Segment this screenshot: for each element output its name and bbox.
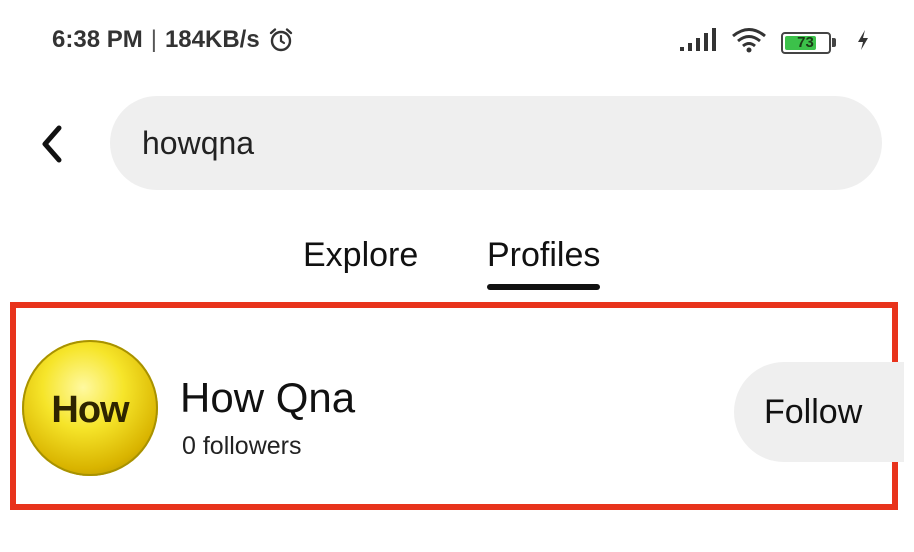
profile-followers: 0 followers: [182, 432, 302, 460]
battery-cap: [832, 38, 836, 47]
status-right: 73: [679, 26, 870, 59]
network-speed: 184KB/s: [164, 26, 260, 53]
status-separator: |: [150, 26, 157, 53]
battery-level: 73: [797, 34, 814, 51]
tab-profiles[interactable]: Profiles: [487, 236, 601, 290]
tab-explore-label: Explore: [303, 236, 419, 274]
tab-profiles-label: Profiles: [487, 236, 601, 274]
search-box[interactable]: [110, 96, 882, 190]
profile-result-row[interactable]: How How Qna 0 followers Follow: [22, 340, 904, 480]
charging-icon: [856, 29, 870, 56]
search-input[interactable]: [142, 124, 882, 162]
follow-button[interactable]: Follow: [734, 362, 904, 462]
status-left: 6:38 PM | 184KB/s: [52, 26, 294, 54]
tab-explore[interactable]: Explore: [303, 236, 418, 275]
active-tab-indicator: [487, 284, 601, 290]
back-button[interactable]: [26, 116, 78, 172]
chevron-left-icon: [42, 125, 62, 163]
status-bar: 6:38 PM | 184KB/s 73: [0, 0, 914, 86]
alarm-icon: [268, 27, 294, 53]
signal-icon: [679, 27, 717, 58]
avatar[interactable]: How: [22, 340, 158, 476]
screen: 6:38 PM | 184KB/s 73 howqna Explore Prof…: [0, 0, 914, 552]
profile-name[interactable]: How Qna: [180, 374, 355, 422]
status-time: 6:38 PM: [52, 26, 143, 53]
wifi-icon: [731, 26, 767, 59]
avatar-text: How: [51, 388, 129, 431]
tab-bar: Explore Profiles: [0, 236, 914, 296]
battery-icon: 73: [781, 31, 836, 54]
